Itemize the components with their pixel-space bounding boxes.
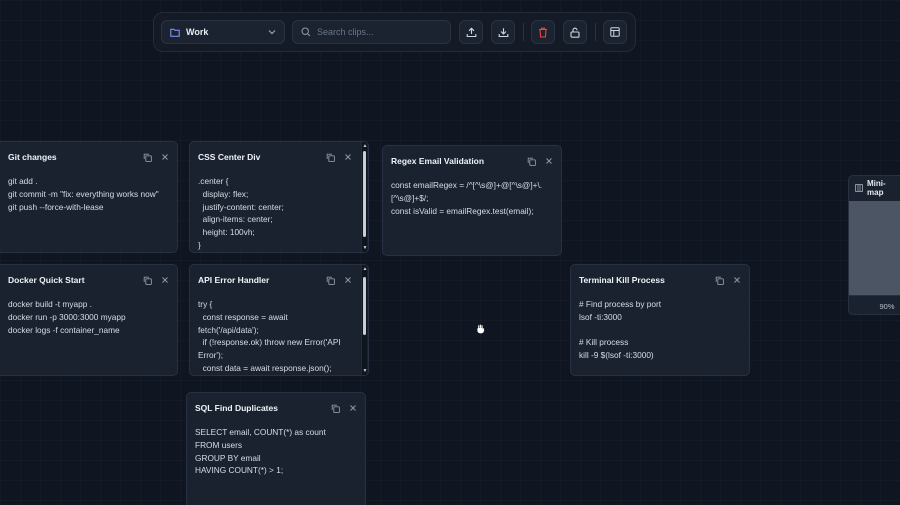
copy-icon[interactable] xyxy=(143,153,152,162)
card-title: Regex Email Validation xyxy=(391,156,485,166)
close-icon[interactable] xyxy=(545,157,553,165)
card-content[interactable]: const emailRegex = /^[^\s@]+@[^\s@]+\. [… xyxy=(391,179,551,217)
card-title: Docker Quick Start xyxy=(8,275,85,285)
hand-cursor-icon xyxy=(477,324,485,334)
minimap-viewport[interactable] xyxy=(849,201,900,295)
card-content[interactable]: .center { display: flex; justify-content… xyxy=(198,175,358,252)
close-icon[interactable] xyxy=(161,153,169,161)
card-scrollbar[interactable]: ▲ ▼ xyxy=(361,265,367,375)
minimap-header: Mini-map xyxy=(849,176,900,200)
workspace-label: Work xyxy=(186,27,209,37)
minimap-zoom-level: 90% xyxy=(849,295,900,314)
card-title: SQL Find Duplicates xyxy=(195,403,278,413)
copy-icon[interactable] xyxy=(715,276,724,285)
clip-card-css-center-div[interactable]: CSS Center Div .center { display: flex; … xyxy=(189,141,369,253)
toolbar-divider xyxy=(523,23,524,41)
folder-icon xyxy=(170,28,180,37)
card-content[interactable]: git add . git commit -m "fix: everything… xyxy=(8,175,167,213)
scroll-up-arrow-icon[interactable]: ▲ xyxy=(362,266,368,272)
card-header[interactable]: Git changes xyxy=(0,142,177,172)
card-header[interactable]: API Error Handler xyxy=(190,265,360,295)
copy-icon[interactable] xyxy=(326,153,335,162)
clip-card-docker-quick-start[interactable]: Docker Quick Start docker build -t myapp… xyxy=(0,264,178,376)
card-title: Git changes xyxy=(8,152,57,162)
search-input[interactable] xyxy=(317,27,437,37)
map-icon xyxy=(855,184,863,192)
copy-icon[interactable] xyxy=(143,276,152,285)
delete-button[interactable] xyxy=(531,20,555,44)
card-title: Terminal Kill Process xyxy=(579,275,665,285)
clip-card-api-error-handler[interactable]: API Error Handler try { const response =… xyxy=(189,264,369,376)
copy-icon[interactable] xyxy=(331,404,340,413)
card-header[interactable]: Terminal Kill Process xyxy=(571,265,749,295)
card-header[interactable]: SQL Find Duplicates xyxy=(187,393,365,423)
minimap-title: Mini-map xyxy=(867,179,886,197)
card-content[interactable]: # Find process by port lsof -ti:3000 # K… xyxy=(579,298,739,362)
search-icon xyxy=(301,27,311,37)
layout-icon xyxy=(610,27,620,37)
card-content[interactable]: docker build -t myapp . docker run -p 30… xyxy=(8,298,167,336)
chevron-down-icon xyxy=(268,29,276,35)
clip-card-sql-find-duplicates[interactable]: SQL Find Duplicates SELECT email, COUNT(… xyxy=(186,392,366,505)
close-icon[interactable] xyxy=(733,276,741,284)
layout-button[interactable] xyxy=(603,20,627,44)
copy-icon[interactable] xyxy=(326,276,335,285)
upload-button[interactable] xyxy=(459,20,483,44)
close-icon[interactable] xyxy=(344,153,352,161)
scrollbar-thumb[interactable] xyxy=(363,151,366,237)
toolbar: Work xyxy=(153,12,636,52)
download-button[interactable] xyxy=(491,20,515,44)
unlock-icon xyxy=(570,27,580,38)
card-header[interactable]: CSS Center Div xyxy=(190,142,360,172)
card-title: API Error Handler xyxy=(198,275,270,285)
scroll-down-arrow-icon[interactable]: ▼ xyxy=(362,368,368,374)
card-content[interactable]: SELECT email, COUNT(*) as count FROM use… xyxy=(195,426,355,477)
search-box xyxy=(292,20,451,44)
card-header[interactable]: Docker Quick Start xyxy=(0,265,177,295)
card-scrollbar[interactable]: ▲ ▼ xyxy=(361,142,367,252)
toolbar-divider xyxy=(595,23,596,41)
scroll-up-arrow-icon[interactable]: ▲ xyxy=(362,143,368,149)
workspace-select[interactable]: Work xyxy=(161,20,285,44)
clip-card-terminal-kill-process[interactable]: Terminal Kill Process # Find process by … xyxy=(570,264,750,376)
close-icon[interactable] xyxy=(344,276,352,284)
close-icon[interactable] xyxy=(161,276,169,284)
clip-card-regex-email-validation[interactable]: Regex Email Validation const emailRegex … xyxy=(382,145,562,256)
lock-button[interactable] xyxy=(563,20,587,44)
clip-card-git-changes[interactable]: Git changes git add . git commit -m "fix… xyxy=(0,141,178,253)
close-icon[interactable] xyxy=(349,404,357,412)
upload-icon xyxy=(466,27,477,38)
scroll-down-arrow-icon[interactable]: ▼ xyxy=(362,245,368,251)
minimap-panel[interactable]: Mini-map 90% xyxy=(848,175,900,315)
copy-icon[interactable] xyxy=(527,157,536,166)
card-header[interactable]: Regex Email Validation xyxy=(383,146,561,176)
card-content[interactable]: try { const response = await fetch('/api… xyxy=(198,298,358,375)
trash-icon xyxy=(538,27,548,38)
card-title: CSS Center Div xyxy=(198,152,261,162)
scrollbar-thumb[interactable] xyxy=(363,277,366,335)
download-icon xyxy=(498,27,509,38)
